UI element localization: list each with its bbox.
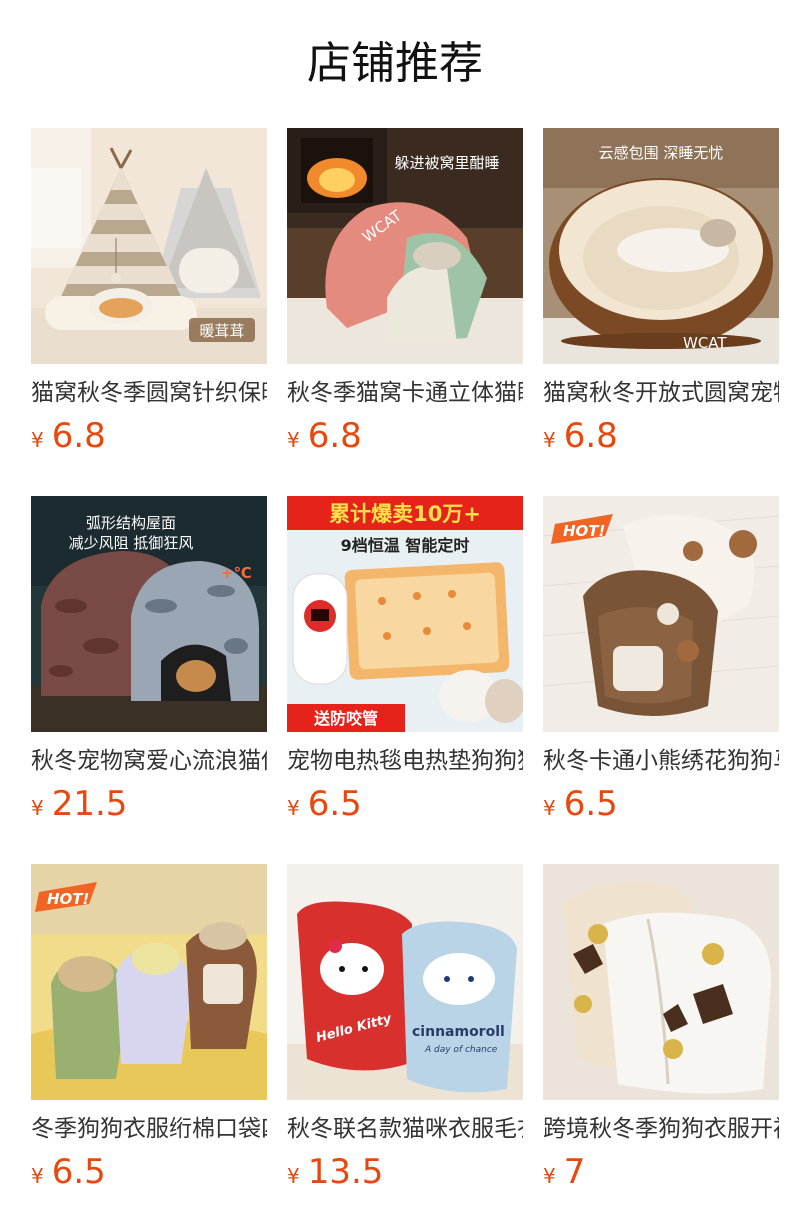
product-price: ¥13.5: [287, 1152, 383, 1192]
product-price: ¥6.8: [31, 416, 106, 456]
product-name[interactable]: 秋冬卡通小熊绣花狗狗马甲: [543, 744, 779, 778]
product-price: ¥6.5: [543, 784, 618, 824]
product-card[interactable]: WCAT 躲进被窝里酣睡 秋冬季猫窝卡通立体猫睡袋 ¥6.8: [287, 128, 523, 458]
product-name[interactable]: 猫窝秋冬开放式圆窝宠物垫: [543, 376, 779, 410]
price-value: 6.5: [51, 1152, 106, 1192]
currency-symbol: ¥: [31, 796, 44, 820]
hot-badge: HOT!: [563, 522, 605, 540]
teddy-fleece-cardigan-photo[interactable]: [543, 864, 779, 1100]
product-price: ¥6.8: [287, 416, 362, 456]
currency-symbol: ¥: [31, 428, 44, 452]
camo-outdoor-cat-house-photo[interactable]: 弧形结构屋面 减少风阻 抵御狂风 +℃: [31, 496, 267, 732]
badge-line1: 弧形结构屋面: [86, 514, 176, 532]
currency-symbol: ¥: [543, 428, 556, 452]
currency-symbol: ¥: [543, 1164, 556, 1188]
product-card[interactable]: HOT! 冬季狗狗衣服绗棉口袋四脚衣 ¥6.5: [31, 864, 267, 1194]
bear-fleece-vest-photo[interactable]: HOT!: [543, 496, 779, 732]
page-title: 店铺推荐: [307, 38, 483, 89]
badge-text: 暖茸茸: [199, 322, 244, 340]
banner-text: 累计爆卖10万+: [329, 502, 481, 526]
product-price: ¥6.5: [287, 784, 362, 824]
product-card[interactable]: 暖茸茸 猫窝秋冬季圆窝针织保暖宠物窝 ¥6.8: [31, 128, 267, 458]
currency-symbol: ¥: [287, 1164, 300, 1188]
product-name[interactable]: 猫窝秋冬季圆窝针织保暖宠物窝: [31, 376, 267, 410]
product-card[interactable]: 累计爆卖10万+ 9档恒温 智能定时 送防咬管 宠物电热毯电热垫狗狗猫咪 ¥6.…: [287, 496, 523, 826]
currency-symbol: ¥: [287, 428, 300, 452]
cinnamoroll-subtext: A day of chance: [424, 1045, 498, 1055]
product-card[interactable]: HOT! 秋冬卡通小熊绣花狗狗马甲 ¥6.5: [543, 496, 779, 826]
price-value: 6.5: [307, 784, 362, 824]
product-name[interactable]: 冬季狗狗衣服绗棉口袋四脚衣: [31, 1112, 267, 1146]
price-value: 7: [563, 1152, 586, 1192]
product-name[interactable]: 秋冬联名款猫咪衣服毛衣: [287, 1112, 523, 1146]
product-card[interactable]: 弧形结构屋面 减少风阻 抵御狂风 +℃ 秋冬宠物窝爱心流浪猫保暖屋 ¥21.5: [31, 496, 267, 826]
temp-text: +℃: [221, 564, 252, 582]
product-card[interactable]: Hello Kitty cinnamoroll A day of chance …: [287, 864, 523, 1194]
product-price: ¥6.5: [31, 1152, 106, 1192]
round-cat-bed-photo[interactable]: WCAT 云感包围 深睡无忧: [543, 128, 779, 364]
price-value: 6.8: [51, 416, 106, 456]
currency-symbol: ¥: [543, 796, 556, 820]
currency-symbol: ¥: [31, 1164, 44, 1188]
badge-line2: 减少风阻 抵御狂风: [69, 534, 194, 552]
price-value: 21.5: [51, 784, 128, 824]
price-value: 6.5: [563, 784, 618, 824]
badge-text: 云感包围 深睡无忧: [599, 144, 724, 162]
pet-heating-pad-photo[interactable]: 累计爆卖10万+ 9档恒温 智能定时 送防咬管: [287, 496, 523, 732]
price-value: 6.8: [563, 416, 618, 456]
cat-teepee-bed-photo[interactable]: 暖茸茸: [31, 128, 267, 364]
dog-winter-jumpsuit-photo[interactable]: HOT!: [31, 864, 267, 1100]
product-name[interactable]: 宠物电热毯电热垫狗狗猫咪: [287, 744, 523, 778]
currency-symbol: ¥: [287, 796, 300, 820]
hot-badge: HOT!: [47, 890, 89, 908]
gift-text: 送防咬管: [313, 709, 378, 728]
cat-sleeping-bag-photo[interactable]: WCAT 躲进被窝里酣睡: [287, 128, 523, 364]
product-name[interactable]: 秋冬季猫窝卡通立体猫睡袋: [287, 376, 523, 410]
product-card[interactable]: WCAT 云感包围 深睡无忧 猫窝秋冬开放式圆窝宠物垫 ¥6.8: [543, 128, 779, 458]
product-price: ¥6.8: [543, 416, 618, 456]
product-name[interactable]: 跨境秋冬季狗狗衣服开衫: [543, 1112, 779, 1146]
product-price: ¥21.5: [31, 784, 127, 824]
badge-text: 躲进被窝里酣睡: [394, 154, 499, 172]
price-value: 6.8: [307, 416, 362, 456]
product-price: ¥7: [543, 1152, 585, 1192]
cinnamoroll-text: cinnamoroll: [412, 1024, 505, 1040]
product-name[interactable]: 秋冬宠物窝爱心流浪猫保暖屋: [31, 744, 267, 778]
price-value: 13.5: [307, 1152, 384, 1192]
sub-banner-text: 9档恒温 智能定时: [341, 536, 470, 555]
brand-text: WCAT: [683, 334, 727, 352]
product-card[interactable]: 跨境秋冬季狗狗衣服开衫 ¥7: [543, 864, 779, 1194]
cartoon-pet-sweater-photo[interactable]: Hello Kitty cinnamoroll A day of chance: [287, 864, 523, 1100]
